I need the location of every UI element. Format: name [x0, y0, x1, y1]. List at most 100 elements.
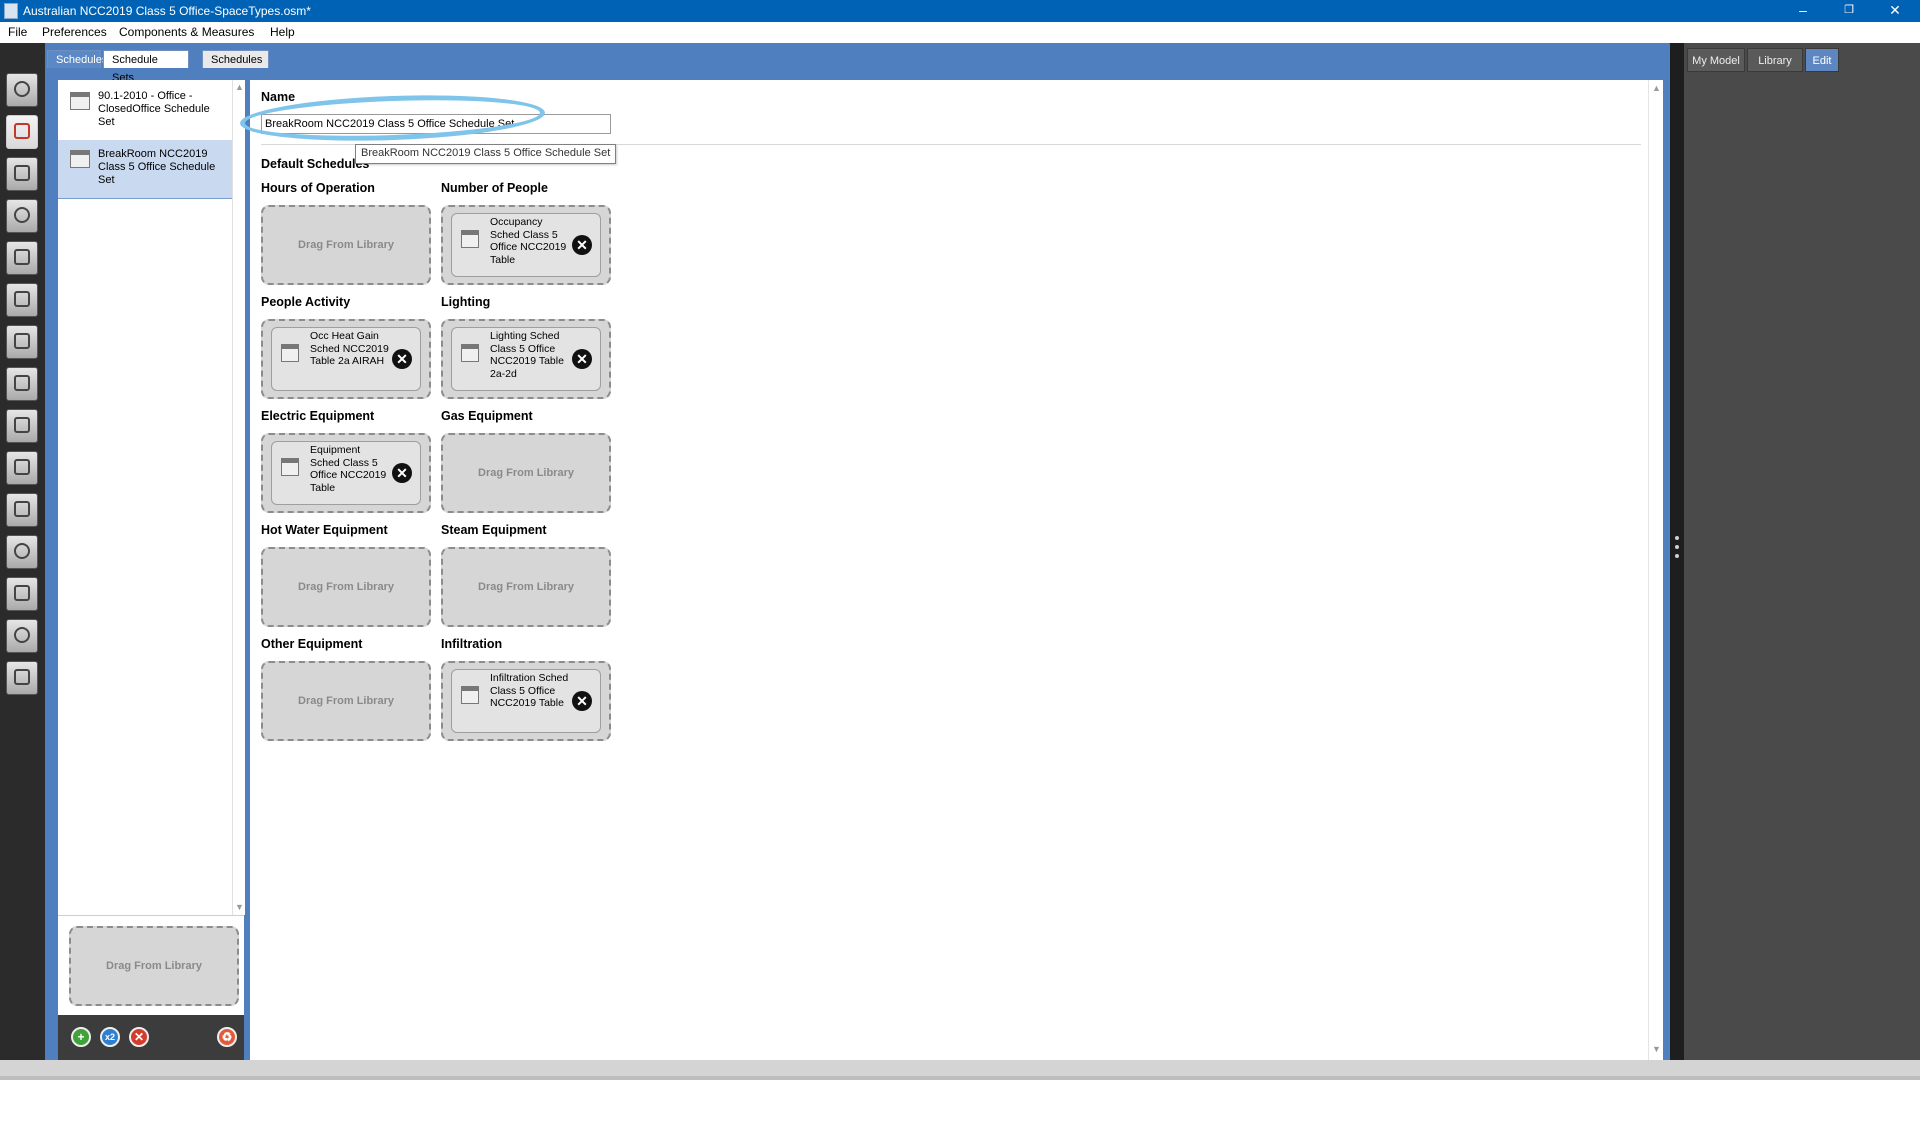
- cube-icon: [14, 249, 30, 265]
- gas-equipment-drop-zone[interactable]: Drag From Library: [441, 433, 611, 513]
- simulation-settings-nav-button[interactable]: [6, 535, 38, 569]
- splitter-grip-dot: [1675, 545, 1679, 549]
- tab-edit[interactable]: Edit: [1805, 48, 1839, 72]
- close-button[interactable]: ✕: [1872, 0, 1918, 22]
- list-divider: [58, 198, 232, 199]
- tab-library[interactable]: Library: [1747, 48, 1803, 72]
- schedule-name: Occ Heat Gain Sched NCC2019 Table 2a AIR…: [310, 330, 389, 367]
- tab-schedule-sets[interactable]: Schedule Sets: [103, 50, 189, 84]
- geometry-nav-button[interactable]: [6, 283, 38, 317]
- copy-button[interactable]: x2: [100, 1027, 120, 1047]
- right-side-panel: [1684, 43, 1920, 1060]
- slot-label-infiltration: Infiltration: [441, 637, 503, 651]
- slot-label-hours-of-operation: Hours of Operation: [261, 181, 375, 195]
- gear-icon: [14, 543, 30, 559]
- calendar-icon: [14, 123, 30, 139]
- schedule-chip[interactable]: Lighting Sched Class 5 Office NCC2019 Ta…: [451, 327, 601, 391]
- thermal-zones-nav-button[interactable]: [6, 409, 38, 443]
- status-bar-edge: [0, 1076, 1920, 1080]
- remove-button[interactable]: ✕: [129, 1027, 149, 1047]
- editor-scrollbar[interactable]: ▲ ▼: [1648, 80, 1663, 1060]
- minimize-button[interactable]: –: [1780, 0, 1826, 22]
- list-scrollbar[interactable]: ▲ ▼: [232, 80, 245, 915]
- spaces-nav-button[interactable]: [6, 367, 38, 401]
- blueprint-icon: [14, 291, 30, 307]
- menu-file[interactable]: File: [8, 25, 27, 39]
- slot-label-hot-water-equipment: Hot Water Equipment: [261, 523, 388, 537]
- name-label: Name: [261, 90, 296, 104]
- space-types-nav-button[interactable]: [6, 241, 38, 275]
- main-navigation-sidebar: [0, 43, 45, 1060]
- schedule-set-icon: [70, 92, 90, 110]
- slot-label-steam-equipment: Steam Equipment: [441, 523, 547, 537]
- infiltration-slot[interactable]: Infiltration Sched Class 5 Office NCC201…: [441, 661, 611, 741]
- globe-icon: [14, 81, 30, 97]
- purge-button[interactable]: ♻: [217, 1027, 237, 1047]
- scroll-down-icon[interactable]: ▼: [1652, 1044, 1661, 1054]
- people-activity-slot[interactable]: Occ Heat Gain Sched NCC2019 Table 2a AIR…: [261, 319, 431, 399]
- schedules-nav-button[interactable]: [6, 115, 38, 149]
- schedule-icon: [281, 458, 299, 476]
- list-item-selected[interactable]: BreakRoom NCC2019 Class 5 Office Schedul…: [58, 140, 232, 198]
- list-item-label: BreakRoom NCC2019 Class 5 Office Schedul…: [98, 148, 216, 186]
- tab-my-model[interactable]: My Model: [1687, 48, 1745, 72]
- schedule-chip[interactable]: Infiltration Sched Class 5 Office NCC201…: [451, 669, 601, 733]
- hvac-nav-button[interactable]: [6, 451, 38, 485]
- output-variables-nav-button[interactable]: [6, 493, 38, 527]
- electric-equipment-slot[interactable]: Equipment Sched Class 5 Office NCC2019 T…: [261, 433, 431, 513]
- tools-icon: [14, 501, 30, 517]
- splitter[interactable]: [1670, 43, 1684, 1060]
- number-of-people-slot[interactable]: Occupancy Sched Class 5 Office NCC2019 T…: [441, 205, 611, 285]
- default-schedules-heading: Default Schedules: [261, 157, 370, 171]
- loads-nav-button[interactable]: [6, 199, 38, 233]
- remove-schedule-icon[interactable]: ✕: [392, 349, 412, 369]
- schedule-name: Equipment Sched Class 5 Office NCC2019 T…: [310, 444, 387, 494]
- site-nav-button[interactable]: [6, 73, 38, 107]
- tab-schedules-header[interactable]: Schedules: [47, 50, 107, 68]
- list-item[interactable]: 90.1-2010 - Office - ClosedOffice Schedu…: [58, 82, 232, 140]
- tab-schedules[interactable]: Schedules: [202, 50, 269, 68]
- name-tooltip: BreakRoom NCC2019 Class 5 Office Schedul…: [355, 144, 617, 164]
- hours-of-operation-drop-zone[interactable]: Drag From Library: [261, 205, 431, 285]
- remove-schedule-icon[interactable]: ✕: [392, 463, 412, 483]
- title-bar: Australian NCC2019 Class 5 Office-SpaceT…: [0, 0, 1920, 22]
- other-equipment-drop-zone[interactable]: Drag From Library: [261, 661, 431, 741]
- remove-schedule-icon[interactable]: ✕: [572, 235, 592, 255]
- measures-nav-button[interactable]: [6, 577, 38, 611]
- schedule-icon: [461, 344, 479, 362]
- window-title: Australian NCC2019 Class 5 Office-SpaceT…: [23, 4, 311, 18]
- remove-schedule-icon[interactable]: ✕: [572, 349, 592, 369]
- building-icon: [14, 333, 30, 349]
- app-icon: [4, 3, 18, 19]
- layers-icon: [14, 165, 30, 181]
- scroll-down-icon[interactable]: ▼: [235, 902, 244, 912]
- schedule-chip[interactable]: Equipment Sched Class 5 Office NCC2019 T…: [271, 441, 421, 505]
- schedule-icon: [281, 344, 299, 362]
- schedule-chip[interactable]: Occ Heat Gain Sched NCC2019 Table 2a AIR…: [271, 327, 421, 391]
- remove-schedule-icon[interactable]: ✕: [572, 691, 592, 711]
- schedule-icon: [461, 230, 479, 248]
- menu-preferences[interactable]: Preferences: [42, 25, 107, 39]
- list-item-label: 90.1-2010 - Office - ClosedOffice Schedu…: [98, 90, 210, 128]
- menu-help[interactable]: Help: [270, 25, 295, 39]
- constructions-nav-button[interactable]: [6, 157, 38, 191]
- menu-components-measures[interactable]: Components & Measures: [119, 25, 254, 39]
- scroll-up-icon[interactable]: ▲: [1652, 83, 1661, 93]
- hot-water-equipment-drop-zone[interactable]: Drag From Library: [261, 547, 431, 627]
- facility-nav-button[interactable]: [6, 325, 38, 359]
- list-drop-zone[interactable]: Drag From Library: [69, 926, 239, 1006]
- slot-label-number-of-people: Number of People: [441, 181, 548, 195]
- steam-equipment-drop-zone[interactable]: Drag From Library: [441, 547, 611, 627]
- slot-label-gas-equipment: Gas Equipment: [441, 409, 533, 423]
- add-button[interactable]: +: [71, 1027, 91, 1047]
- run-simulation-nav-button[interactable]: [6, 619, 38, 653]
- bar-chart-icon: [14, 669, 30, 685]
- schedule-name: Occupancy Sched Class 5 Office NCC2019 T…: [490, 216, 567, 266]
- restore-button[interactable]: ❐: [1826, 0, 1872, 22]
- results-nav-button[interactable]: [6, 661, 38, 695]
- scroll-up-icon[interactable]: ▲: [235, 82, 244, 92]
- schedule-chip[interactable]: Occupancy Sched Class 5 Office NCC2019 T…: [451, 213, 601, 277]
- lighting-slot[interactable]: Lighting Sched Class 5 Office NCC2019 Ta…: [441, 319, 611, 399]
- box-icon: [14, 375, 30, 391]
- slot-label-electric-equipment: Electric Equipment: [261, 409, 375, 423]
